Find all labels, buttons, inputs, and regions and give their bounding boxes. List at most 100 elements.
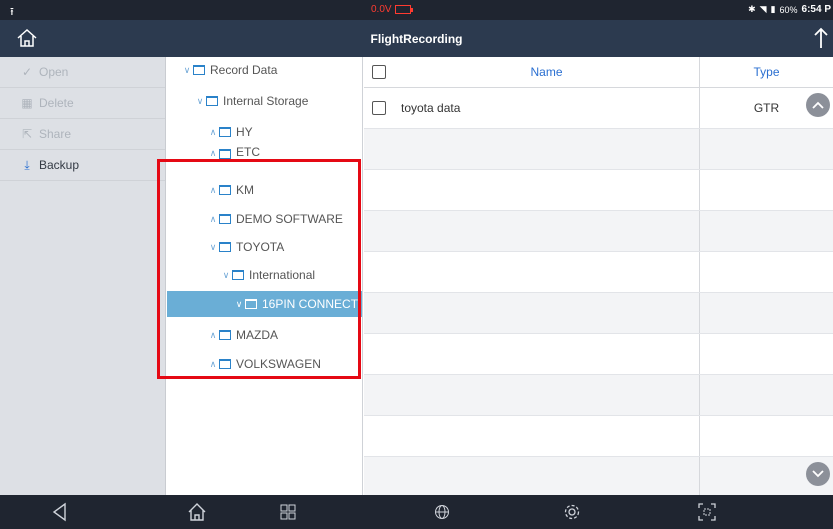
menu-item-backup[interactable]: ⤓ Backup [0,150,165,181]
type-cell [700,211,833,251]
menu-item-open[interactable]: ✓ Open [0,57,165,88]
scroll-up-button[interactable] [806,93,830,117]
chevron-up-icon[interactable]: ∧ [207,127,219,138]
chevron-up-icon [812,101,824,109]
name-cell [394,416,700,456]
name-cell [394,334,700,374]
name-cell [394,457,700,497]
type-cell [700,170,833,210]
chevron-down-icon[interactable]: ∨ [194,96,206,107]
row-checkbox-cell [364,252,394,292]
table-row [364,170,833,211]
download-icon: ⤓ [24,157,30,172]
screenshot-button[interactable] [696,502,718,522]
browser-button[interactable] [431,502,453,522]
table-row [364,293,833,334]
screenshot-icon [698,503,716,521]
menu-item-label: Delete [39,96,74,110]
back-button[interactable] [48,502,70,522]
table-body: toyota data GTR [364,88,833,498]
menu-item-label: Open [39,65,69,79]
table-row [364,129,833,170]
row-checkbox-cell [364,170,394,210]
column-header-type[interactable]: Type [700,57,833,87]
folder-icon [219,149,231,159]
settings-button[interactable] [561,502,583,522]
globe-icon [435,505,449,519]
type-cell [700,252,833,292]
highlight-annotation [157,159,361,379]
tree-item-internal-storage[interactable]: ∨ Internal Storage [167,88,362,114]
type-cell [700,129,833,169]
file-type: GTR [753,101,780,115]
row-checkbox-cell [364,293,394,333]
trash-icon: ▦ [21,96,33,110]
file-table: Name Type toyota data GTR [364,57,833,498]
recent-apps-button[interactable] [277,502,299,522]
tree-item-etc[interactable]: ∧ ETC [167,147,362,159]
row-checkbox-cell [364,457,394,497]
tree-item-label: HY [236,125,253,139]
battery-icon: ▮ [770,4,776,14]
table-row [364,457,833,498]
table-row [364,252,833,293]
menu-item-label: Backup [39,158,80,172]
row-checkbox-cell [364,211,394,251]
row-checkbox-cell[interactable] [364,88,394,128]
row-checkbox-cell [364,375,394,415]
title-bar: FlightRecording [0,20,833,57]
menu-item-delete[interactable]: ▦ Delete [0,88,165,119]
tree-item-record-data[interactable]: ∨ Record Data [167,57,362,83]
file-name: toyota data [401,101,461,115]
table-row [364,375,833,416]
chevron-up-icon[interactable]: ∧ [207,148,219,159]
folder-icon [206,96,218,106]
name-cell [394,129,700,169]
upload-button[interactable] [813,26,829,50]
chevron-down-icon [812,470,824,478]
name-cell [394,170,700,210]
menu-item-share[interactable]: ⇱ Share [0,119,165,150]
app-window: ⭱ 0.0V ✱ ◥ ▮ 60% 6:54 P FlightRecording … [0,0,833,529]
nav-home-button[interactable] [186,502,208,522]
table-row [364,416,833,457]
arrow-up-icon [814,27,828,48]
back-icon [52,502,66,522]
status-bar: ⭱ 0.0V ✱ ◥ ▮ 60% 6:54 P [0,0,833,20]
folder-icon [193,65,205,75]
page-title: FlightRecording [370,32,463,46]
row-checkbox[interactable] [372,101,386,115]
clock: 6:54 P [801,4,831,15]
menu-item-label: Share [39,127,72,141]
table-row [364,334,833,375]
type-cell [700,334,833,374]
type-cell [700,416,833,456]
type-cell [700,293,833,333]
tree-item-label: Record Data [210,63,278,77]
name-cell: toyota data [394,88,700,128]
select-all-checkbox-cell[interactable] [364,57,394,87]
scroll-down-button[interactable] [806,462,830,486]
chevron-down-icon[interactable]: ∨ [181,65,193,76]
column-header-name[interactable]: Name [394,57,700,87]
bluetooth-icon: ✱ [748,4,756,14]
battery-percent: 60% [779,4,798,15]
car-battery-icon [394,5,413,14]
select-all-checkbox[interactable] [372,65,386,79]
table-row [364,211,833,252]
name-cell [394,252,700,292]
name-cell [394,375,700,415]
name-cell [394,211,700,251]
voltage-text: 0.0V [371,4,392,15]
wifi-icon: ◥ [759,4,767,14]
gear-icon [564,504,580,520]
row-checkbox-cell [364,334,394,374]
grid-icon [280,504,296,520]
system-status: ✱ ◥ ▮ 60% 6:54 P [748,4,831,15]
action-menu: ✓ Open ▦ Delete ⇱ Share ⤓ Backup [0,57,166,495]
tree-item-hy[interactable]: ∧ HY [167,119,362,145]
name-cell [394,293,700,333]
table-row[interactable]: toyota data GTR [364,88,833,129]
tree-item-label: ETC [236,147,260,159]
check-icon: ✓ [21,65,33,79]
